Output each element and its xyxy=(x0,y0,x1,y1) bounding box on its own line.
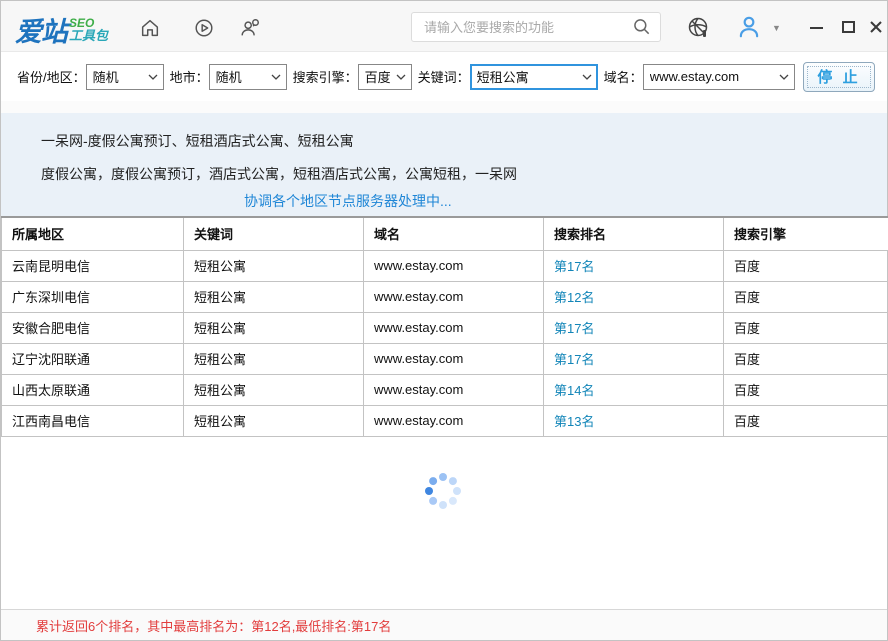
city-select[interactable]: 随机 xyxy=(209,64,287,90)
table-header-row: 所属地区 关键词 域名 搜索排名 搜索引擎 xyxy=(2,217,888,250)
chevron-down-icon xyxy=(271,74,281,80)
domain-cell: www.estay.com xyxy=(364,281,544,312)
region-cell: 辽宁沈阳联通 xyxy=(2,343,184,374)
col-header-rank: 搜索排名 xyxy=(544,217,724,250)
contact-bubble-icon[interactable] xyxy=(239,17,261,39)
engine-cell: 百度 xyxy=(724,281,888,312)
domain-cell: www.estay.com xyxy=(364,312,544,343)
domain-cell: www.estay.com xyxy=(364,374,544,405)
rank-link[interactable]: 第17名 xyxy=(544,343,724,374)
engine-cell: 百度 xyxy=(724,343,888,374)
basketball-wrench-icon[interactable] xyxy=(686,15,712,41)
engine-label: 搜索引擎： xyxy=(293,67,358,86)
chevron-down-icon xyxy=(148,74,158,80)
domain-cell: www.estay.com xyxy=(364,343,544,374)
region-cell: 山西太原联通 xyxy=(2,374,184,405)
play-circle-icon[interactable] xyxy=(193,17,215,39)
province-select[interactable]: 随机 xyxy=(86,64,164,90)
home-icon[interactable] xyxy=(139,17,161,39)
rank-link[interactable]: 第14名 xyxy=(544,374,724,405)
logo-text-sub: 工具包 xyxy=(69,29,108,42)
engine-select[interactable]: 百度 xyxy=(358,64,412,90)
keyword-cell: 短租公寓 xyxy=(184,343,364,374)
rank-link[interactable]: 第13名 xyxy=(544,405,724,436)
engine-cell: 百度 xyxy=(724,250,888,281)
rank-link[interactable]: 第12名 xyxy=(544,281,724,312)
rank-summary: 累计返回6个排名，其中最高排名为：第12名,最低排名:第17名 xyxy=(36,616,391,635)
region-cell: 广东深圳电信 xyxy=(2,281,184,312)
keyword-cell: 短租公寓 xyxy=(184,405,364,436)
query-toolbar: 省份/地区： 随机 地市： 随机 搜索引擎： 百度 关键词： 短租公寓 域名： … xyxy=(1,52,887,101)
table-row: 云南昆明电信 短租公寓 www.estay.com 第17名 百度 xyxy=(2,250,888,281)
table-row: 辽宁沈阳联通 短租公寓 www.estay.com 第17名 百度 xyxy=(2,343,888,374)
province-label: 省份/地区： xyxy=(17,67,86,86)
region-cell: 江西南昌电信 xyxy=(2,405,184,436)
engine-cell: 百度 xyxy=(724,405,888,436)
domain-cell: www.estay.com xyxy=(364,405,544,436)
keyword-cell: 短租公寓 xyxy=(184,374,364,405)
region-cell: 安徽合肥电信 xyxy=(2,312,184,343)
titlebar: 爱站 SEO 工具包 ▼ xyxy=(1,1,887,52)
col-header-keyword: 关键词 xyxy=(184,217,364,250)
keyword-cell: 短租公寓 xyxy=(184,281,364,312)
chevron-down-icon xyxy=(779,74,789,80)
col-header-region: 所属地区 xyxy=(2,217,184,250)
rank-link[interactable]: 第17名 xyxy=(544,312,724,343)
keyword-label: 关键词： xyxy=(418,67,470,86)
domain-label: 域名： xyxy=(604,67,643,86)
domain-cell: www.estay.com xyxy=(364,250,544,281)
chevron-down-icon[interactable]: ▼ xyxy=(772,23,781,33)
domain-select[interactable]: www.estay.com xyxy=(643,64,795,90)
rank-link[interactable]: 第17名 xyxy=(544,250,724,281)
keyword-cell: 短租公寓 xyxy=(184,312,364,343)
toolbar-info-divider xyxy=(1,101,887,113)
app-window: 爱站 SEO 工具包 ▼ xyxy=(0,0,888,641)
region-cell: 云南昆明电信 xyxy=(2,250,184,281)
stop-button[interactable]: 停 止 xyxy=(803,62,875,92)
chevron-down-icon xyxy=(582,74,592,80)
keyword-cell: 短租公寓 xyxy=(184,250,364,281)
table-row: 江西南昌电信 短租公寓 www.estay.com 第13名 百度 xyxy=(2,405,888,436)
search-input[interactable] xyxy=(412,20,632,35)
minimize-icon[interactable] xyxy=(807,18,825,36)
col-header-engine: 搜索引擎 xyxy=(724,217,888,250)
chevron-down-icon xyxy=(396,74,406,80)
processing-status: 协调各个地区节点服务器处理中... xyxy=(1,191,887,211)
engine-cell: 百度 xyxy=(724,312,888,343)
site-title: 一呆网-度假公寓预订、短租酒店式公寓、短租公寓 xyxy=(1,131,887,151)
table-row: 安徽合肥电信 短租公寓 www.estay.com 第17名 百度 xyxy=(2,312,888,343)
status-bar: 累计返回6个排名，其中最高排名为：第12名,最低排名:第17名 xyxy=(1,609,887,640)
table-row: 广东深圳电信 短租公寓 www.estay.com 第12名 百度 xyxy=(2,281,888,312)
search-icon[interactable] xyxy=(632,17,652,37)
col-header-domain: 域名 xyxy=(364,217,544,250)
site-info-panel: 一呆网-度假公寓预订、短租酒店式公寓、短租公寓 度假公寓，度假公寓预订，酒店式公… xyxy=(1,113,887,216)
logo-stack: SEO 工具包 xyxy=(69,17,108,42)
maximize-icon[interactable] xyxy=(839,18,857,36)
city-label: 地市： xyxy=(170,67,209,86)
close-icon[interactable] xyxy=(867,18,885,36)
table-row: 山西太原联通 短租公寓 www.estay.com 第14名 百度 xyxy=(2,374,888,405)
rank-results-table: 所属地区 关键词 域名 搜索排名 搜索引擎 云南昆明电信 短租公寓 www.es… xyxy=(1,216,888,437)
keyword-select[interactable]: 短租公寓 xyxy=(470,64,598,90)
app-logo: 爱站 SEO 工具包 xyxy=(15,10,108,49)
site-keywords: 度假公寓，度假公寓预订，酒店式公寓，短租酒店式公寓，公寓短租，一呆网 xyxy=(1,164,887,184)
logo-text-main: 爱站 xyxy=(15,10,67,49)
loading-spinner xyxy=(421,469,465,513)
function-search xyxy=(411,12,661,42)
engine-cell: 百度 xyxy=(724,374,888,405)
user-icon[interactable] xyxy=(736,14,762,40)
